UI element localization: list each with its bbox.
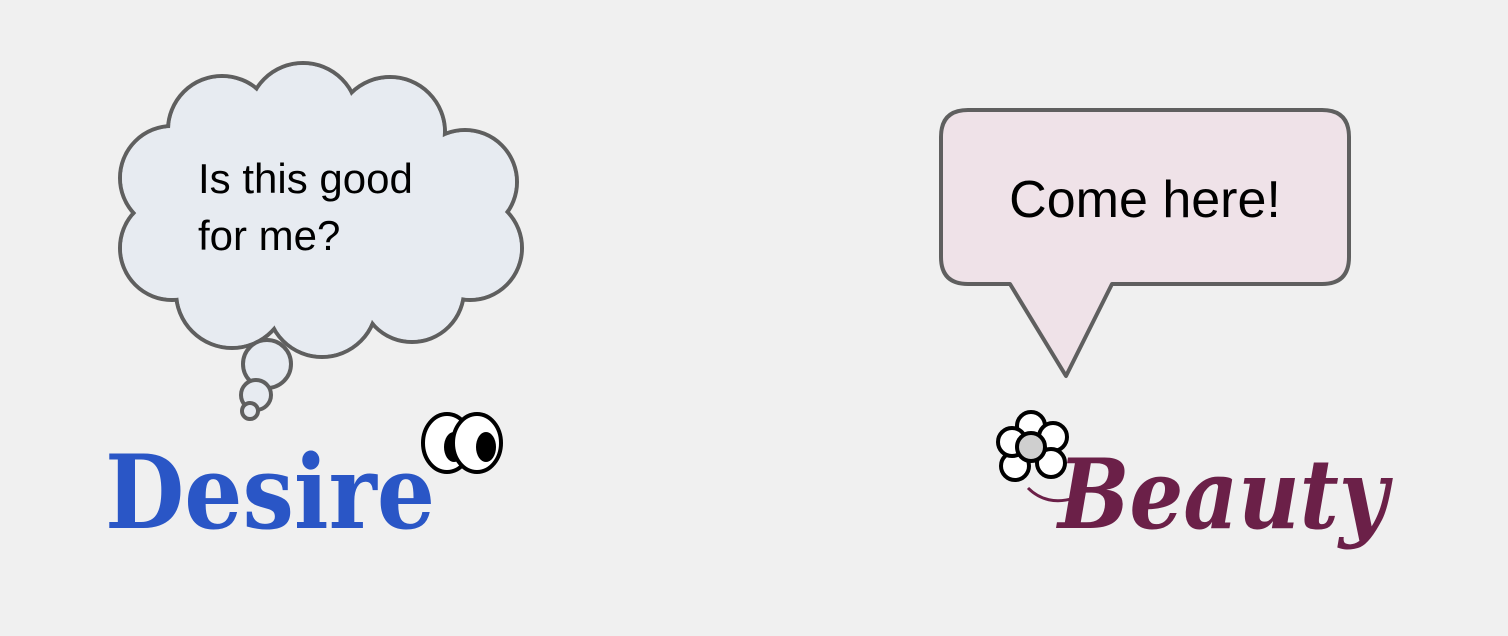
thought-trail-small xyxy=(240,401,260,421)
right-pupil-icon xyxy=(476,432,496,462)
flower-center-icon xyxy=(1015,431,1047,463)
illustration-canvas: Is this good for me? Desire Come here! B… xyxy=(0,0,1508,636)
beauty-label: Beauty xyxy=(1055,438,1393,551)
speech-text: Come here! xyxy=(1009,171,1281,229)
thought-text-line2: for me? xyxy=(198,212,340,259)
illustration-svg: Is this good for me? Desire Come here! B… xyxy=(105,61,1393,553)
speech-bubble-shape xyxy=(939,108,1351,378)
thought-text-line1: Is this good xyxy=(198,155,413,202)
eyes-icon xyxy=(421,412,503,474)
desire-label: Desire xyxy=(105,433,435,553)
thought-bubble: Is this good for me? xyxy=(118,61,524,421)
flower-icon xyxy=(996,410,1069,482)
speech-bubble: Come here! xyxy=(939,108,1351,378)
